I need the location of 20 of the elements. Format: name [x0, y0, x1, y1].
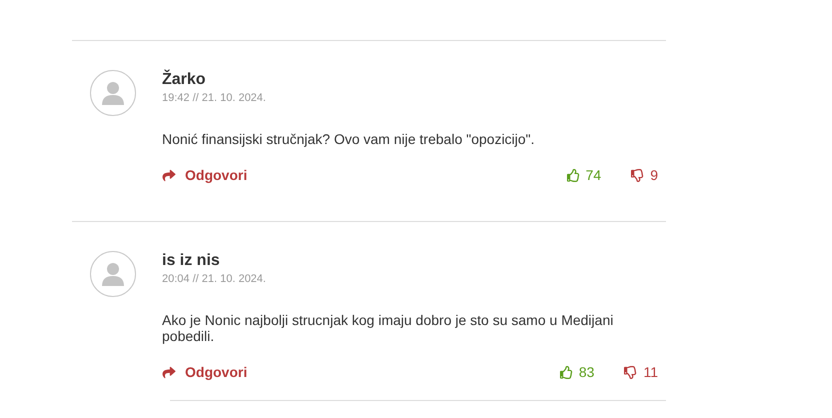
thumbs-down-icon	[631, 168, 644, 182]
dislike-button[interactable]: 9	[631, 164, 658, 186]
like-button[interactable]: 83	[560, 362, 594, 382]
reply-arrow-icon	[162, 366, 176, 378]
reply-arrow-icon	[162, 168, 176, 182]
like-button[interactable]: 74	[566, 164, 602, 186]
author-name: Žarko	[162, 70, 207, 90]
reply-button[interactable]: Odgovori	[162, 362, 248, 382]
comment-text: Nonić finansijski stručnjak? Ovo vam nije trebalo "opozicijo".	[162, 131, 536, 147]
thumbs-up-icon	[560, 366, 573, 378]
avatar-icon	[90, 70, 136, 116]
thumbs-down-icon	[624, 366, 638, 378]
comment-date: 19:42 // 21. 10. 2024.	[162, 91, 267, 105]
comment-text: Ako je Nonic najbolji strucnjak kog imaju dobro je sto su samo u Medijani pobedili.	[162, 312, 614, 344]
author-name: is iz nis	[162, 251, 221, 271]
thumbs-up-icon	[566, 168, 580, 182]
comment-date: 20:04 // 21. 10. 2024.	[162, 272, 267, 286]
reply-button[interactable]: Odgovori	[162, 164, 248, 186]
avatar-icon	[90, 251, 136, 297]
dislike-button[interactable]: 11	[624, 362, 658, 382]
